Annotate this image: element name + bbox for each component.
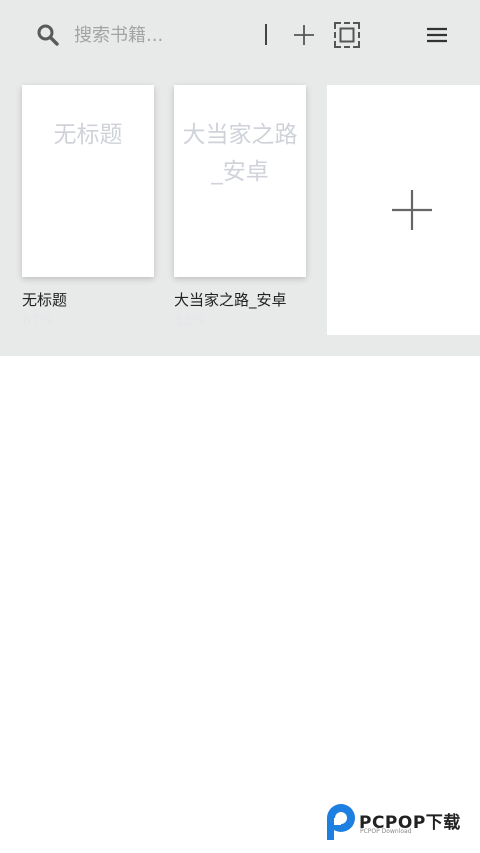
book-cover-title: 无标题 [53, 122, 123, 148]
plus-icon [294, 25, 314, 45]
select-mode-button[interactable] [332, 20, 362, 50]
select-frame-icon [334, 22, 360, 48]
hamburger-menu-icon [427, 27, 447, 43]
pcpop-watermark: PCPOP下载 PCPOP Download [323, 800, 478, 844]
bookshelf-panel: 无标题 无标题 67% 大当家之路_安卓 大当家之路_安卓 33% [0, 0, 480, 356]
book-cover[interactable]: 大当家之路_安卓 [174, 85, 306, 277]
add-book-card[interactable] [327, 85, 480, 335]
watermark-subtitle: PCPOP Download [360, 828, 412, 835]
search-icon[interactable] [36, 23, 60, 47]
reading-progress: 33% [174, 313, 206, 329]
plus-icon [392, 190, 432, 230]
book-title[interactable]: 大当家之路_安卓 [174, 289, 287, 310]
add-book-button[interactable] [290, 21, 318, 49]
reading-progress: 67% [22, 313, 54, 329]
book-cover-title: 大当家之路_安卓 [182, 122, 298, 185]
book-cover[interactable]: 无标题 [22, 85, 154, 277]
book-title[interactable]: 无标题 [22, 289, 67, 310]
pcpop-logo-icon [327, 804, 355, 840]
menu-button[interactable] [424, 22, 450, 48]
search-input[interactable] [74, 20, 254, 50]
toolbar-divider [265, 24, 267, 45]
